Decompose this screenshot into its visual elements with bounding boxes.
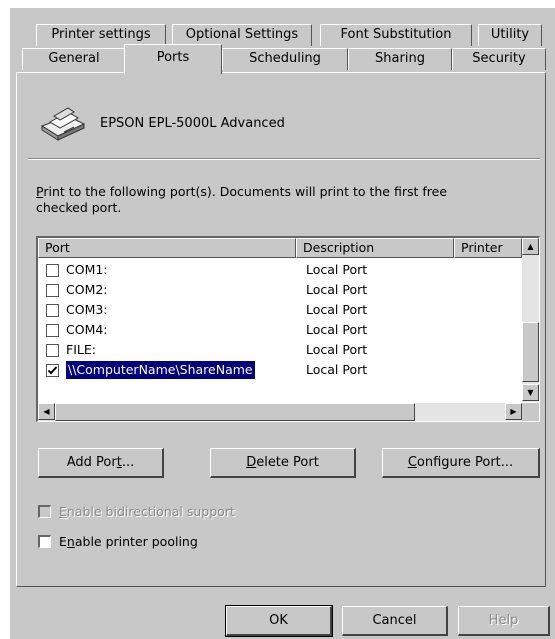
scroll-down-button[interactable]: ▼ — [522, 384, 539, 401]
port-name: COM2: — [66, 282, 108, 297]
checkbox-box — [38, 505, 51, 518]
checkbox-box[interactable] — [38, 535, 51, 548]
add-port-button[interactable]: Add Port... — [38, 448, 164, 478]
ok-button[interactable]: OK — [225, 605, 333, 637]
port-description: Local Port — [306, 342, 368, 357]
port-row[interactable]: FILE: Local Port — [38, 340, 508, 360]
tab-sharing[interactable]: Sharing — [348, 48, 452, 70]
tab-general[interactable]: General — [22, 48, 126, 70]
tab-printer-settings[interactable]: Printer settings — [36, 24, 166, 46]
enable-printer-pooling-checkbox[interactable]: Enable printer pooling — [38, 534, 198, 549]
port-name: FILE: — [66, 342, 96, 357]
enable-bidirectional-support-checkbox: Enable bidirectional support — [38, 504, 235, 519]
port-row[interactable]: COM3: Local Port — [38, 300, 508, 320]
port-description: Local Port — [306, 322, 368, 337]
port-description: Local Port — [306, 262, 368, 277]
port-checkbox[interactable] — [46, 344, 59, 357]
vertical-scrollbar[interactable]: ▲ ▼ — [522, 238, 539, 402]
port-description: Local Port — [306, 282, 368, 297]
port-name: COM1: — [66, 262, 108, 277]
help-button: Help — [458, 606, 550, 636]
configure-port-button[interactable]: Configure Port... — [382, 448, 540, 478]
port-name: COM4: — [66, 322, 108, 337]
port-row[interactable]: COM2: Local Port — [38, 280, 508, 300]
column-header-printer[interactable]: Printer — [454, 238, 522, 258]
scroll-right-button[interactable]: ▶ — [505, 403, 522, 420]
port-name: \\ComputerName\ShareName — [66, 361, 255, 379]
tab-optional-settings[interactable]: Optional Settings — [172, 24, 312, 46]
tab-security[interactable]: Security — [452, 48, 546, 70]
port-checkbox-checked[interactable] — [46, 364, 59, 377]
port-checkbox[interactable] — [46, 264, 59, 277]
ports-instructions: Print to the following port(s). Document… — [36, 184, 448, 215]
port-name: COM3: — [66, 302, 108, 317]
port-description: Local Port — [306, 302, 368, 317]
port-list[interactable]: Port Description Printer COM1: Local Por… — [36, 236, 540, 422]
tab-scheduling[interactable]: Scheduling — [222, 48, 348, 70]
column-header-port[interactable]: Port — [38, 238, 296, 258]
scroll-thumb[interactable] — [522, 322, 539, 382]
port-checkbox[interactable] — [46, 284, 59, 297]
scroll-thumb-horizontal[interactable] — [55, 403, 415, 421]
tab-font-substitution[interactable]: Font Substitution — [320, 24, 472, 46]
scroll-up-button[interactable]: ▲ — [522, 238, 539, 255]
tab-utility[interactable]: Utility — [478, 24, 542, 46]
port-row[interactable]: COM4: Local Port — [38, 320, 508, 340]
cancel-button[interactable]: Cancel — [342, 606, 448, 636]
port-row[interactable]: COM1: Local Port — [38, 260, 508, 280]
column-header-description[interactable]: Description — [296, 238, 454, 258]
checkmark-icon — [47, 366, 58, 375]
port-description: Local Port — [306, 362, 368, 377]
delete-port-button[interactable]: Delete Port — [210, 448, 356, 478]
scrollbar-corner — [522, 403, 539, 421]
horizontal-scrollbar[interactable]: ◀ ▶ — [38, 403, 522, 421]
printer-name: EPSON EPL-5000L Advanced — [100, 116, 285, 131]
port-checkbox[interactable] — [46, 304, 59, 317]
tab-ports[interactable]: Ports — [124, 44, 222, 74]
port-checkbox[interactable] — [46, 324, 59, 337]
printer-icon — [40, 107, 86, 141]
separator — [28, 158, 540, 160]
scroll-left-button[interactable]: ◀ — [38, 403, 55, 420]
port-row-selected[interactable]: \\ComputerName\ShareName Local Port — [38, 360, 508, 380]
